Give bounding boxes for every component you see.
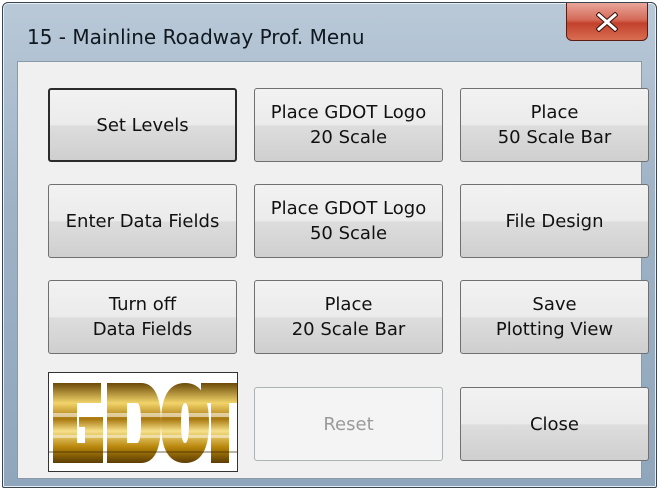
place-20-scale-bar-button[interactable]: Place 20 Scale Bar — [254, 280, 443, 354]
place-gdot-logo-50-button[interactable]: Place GDOT Logo 50 Scale — [254, 184, 443, 258]
close-x-icon — [596, 11, 618, 32]
gdot-logo — [48, 372, 238, 472]
close-button[interactable]: Close — [460, 387, 649, 461]
place-gdot-logo-20-button[interactable]: Place GDOT Logo 20 Scale — [254, 88, 443, 162]
dialog-content: Set Levels Place GDOT Logo 20 Scale Plac… — [17, 61, 649, 479]
turn-off-data-fields-button[interactable]: Turn off Data Fields — [48, 280, 237, 354]
enter-data-fields-button[interactable]: Enter Data Fields — [48, 184, 237, 258]
window-close-button[interactable] — [566, 3, 648, 41]
save-plotting-view-button[interactable]: Save Plotting View — [460, 280, 649, 354]
gdot-logo-image — [49, 373, 237, 471]
title-bar[interactable]: 15 - Mainline Roadway Prof. Menu — [3, 3, 656, 61]
set-levels-button[interactable]: Set Levels — [48, 88, 237, 162]
place-50-scale-bar-button[interactable]: Place 50 Scale Bar — [460, 88, 649, 162]
file-design-button[interactable]: File Design — [460, 184, 649, 258]
window-title: 15 - Mainline Roadway Prof. Menu — [27, 25, 365, 49]
dialog-window: 15 - Mainline Roadway Prof. Menu Set Lev… — [2, 2, 657, 488]
reset-button[interactable]: Reset — [254, 387, 443, 461]
